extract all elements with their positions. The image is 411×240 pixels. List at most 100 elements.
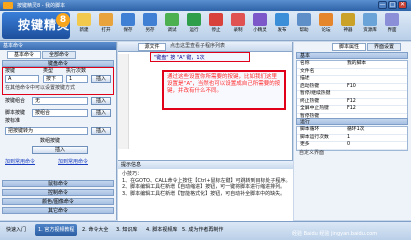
toolbar-button-label: 资源库 [363,28,377,33]
line-gutter [118,54,129,149]
property-row[interactable]: 脚本运行次数 1 [297,135,407,142]
property-row[interactable]: 文件名 [297,68,407,76]
toolbar-icon [231,13,245,26]
toolbar-icon [363,13,377,26]
custom-ui-label: 自定义界面 [299,150,325,156]
property-value[interactable]: F12 [347,99,356,106]
property-value[interactable]: 循环1次 [347,127,364,134]
array-key-label: 数组按键 [40,138,61,144]
mouse-command-group[interactable]: 鼠标命令 [2,180,114,187]
toolbar-icon [99,13,113,26]
keyboard-command-group[interactable]: 键盘命令 [2,60,114,67]
bottom-tab-1[interactable]: 1. 官方视频教程 [35,224,78,236]
property-grid: 名称 我的脚本文件名描述 启动热键 F10 暂停/继续热键 终止热键 F12 全屏中止热键 F1… [296,60,408,122]
toolbar-button-2[interactable]: 保存 [119,13,137,39]
toolbar-button-10[interactable]: 帮助 [295,13,313,39]
subroutine-list-hint[interactable]: 点击这里查看子程序列表 [170,43,225,50]
toolbar-icon [385,13,399,26]
combo-select[interactable]: 无 [32,97,88,105]
tips-header: 提示信息 [118,161,293,169]
toolbar-button-label: 新建 [79,28,89,33]
version-badge: 8 [56,13,70,27]
property-value[interactable]: F12 [347,106,356,113]
toolbar-button-7[interactable]: 录制 [229,13,247,39]
add-favorite-link[interactable]: 加到常用命令 [5,159,35,166]
property-row[interactable]: 全屏中止热键 F12 [297,106,407,114]
toolbar-button-label: 界面 [387,28,397,33]
property-row[interactable]: 描述 [297,76,407,84]
property-value[interactable]: F10 [347,84,356,91]
toolbar-button-8[interactable]: 小精灵 [251,13,269,39]
property-key: 脚本循环 [300,127,320,132]
toolbar-button-11[interactable]: 论坛 [317,13,335,39]
array-key-insert[interactable]: 插入 [32,146,88,154]
tab-basic-commands[interactable]: 基本命令 [7,51,41,59]
count-input[interactable]: 1 [66,75,88,83]
tab-all-commands[interactable]: 全部命令 [42,51,76,59]
toolbar-icon [187,13,201,26]
property-value[interactable]: 0 [347,142,350,149]
tab-script-properties[interactable]: 脚本属性 [332,43,366,51]
insert-convert-button[interactable]: 插入 [91,127,111,135]
insert-combo-button[interactable]: 插入 [91,97,111,105]
bottom-tab-3[interactable]: 3. 知识库 [113,224,140,236]
toolbar-button-1[interactable]: 打开 [97,13,115,39]
script-key-label: 脚本按键 [5,110,26,116]
property-value[interactable]: 1 [347,135,350,142]
bottom-tab-2[interactable]: 2. 命令大全 [79,224,111,236]
tab-ui-settings[interactable]: 界面设置 [367,43,401,51]
add-favorite-link-2[interactable]: 加到常用命令 [58,159,88,166]
count-label: 执行次数 [66,68,87,74]
other-command-group[interactable]: 其它命令 [2,207,114,214]
toolbar-button-0[interactable]: 新建 [75,13,93,39]
toolbar-icon [297,13,311,26]
toolbar-button-label: 录制 [233,28,243,33]
toolbar-button-13[interactable]: 资源库 [361,13,379,39]
property-row[interactable]: 更多 0 [297,142,407,150]
code-line-1[interactable]: "键盘" 按 "A" 键，1次 [154,54,205,61]
toolbar-button-label: 运行 [189,28,199,33]
bottom-tab-4[interactable]: 4. 脚本视频库 [143,224,180,236]
toolbar-button-3[interactable]: 另存 [141,13,159,39]
toolbar-icon [121,13,135,26]
key-select[interactable]: A [5,75,39,83]
toolbar-icon [209,13,223,26]
toolbar-button-14[interactable]: 界面 [383,13,401,39]
type-select[interactable]: 按下 [43,75,63,83]
toolbar-button-4[interactable]: 调试 [163,13,181,39]
property-key: 名称 [300,61,310,66]
property-row[interactable]: 终止热键 F12 [297,98,407,106]
toolbar-button-5[interactable]: 运行 [185,13,203,39]
bottom-tab-0[interactable]: 快速入门 [3,224,29,236]
property-row[interactable]: 名称 我的脚本 [297,61,407,69]
insert-script-key-button[interactable]: 插入 [91,109,111,117]
insert-key-button[interactable]: 插入 [91,75,111,83]
close-button[interactable]: ✕ [398,1,407,9]
tab-source[interactable]: 源文件 [138,43,166,51]
property-row[interactable]: 脚本循环 循环1次 [297,127,407,135]
key-mode-hint: 在其他命令中可以设置按键方式 [5,85,76,91]
toolbar-button-9[interactable]: 发布 [273,13,291,39]
tip-line: 2、脚本编辑工具栏新增【自动缩进】按钮，可一键将脚本进行缩进排列。 [122,184,286,190]
property-key: 启动热键 [300,83,320,89]
toolbar-button-6[interactable]: 停止 [207,13,225,39]
property-row[interactable]: 启动热键 F10 [297,83,407,91]
section-basic: 基本 [296,52,408,59]
property-row[interactable]: 暂停/继续热键 [297,91,407,99]
script-key-select[interactable]: 按组合 [32,109,88,117]
property-value[interactable]: 我的脚本 [347,61,366,68]
toolbar-button-12[interactable]: 神器 [339,13,357,39]
toolbar-button-label: 帮助 [299,28,309,33]
convert-key-field[interactable]: 把按键转为 [5,127,88,135]
color-image-command-group[interactable]: 颜色/图像命令 [2,198,114,205]
toolbar-icon [319,13,333,26]
bottom-tab-5[interactable]: 5. 成为作者再制作 [179,224,226,236]
control-command-group[interactable]: 控制命令 [2,189,114,196]
maximize-button[interactable]: □ [388,1,397,9]
property-key: 文件名 [300,68,315,74]
property-key: 全屏中止热键 [300,106,329,111]
tutorial-callout: 通过这些设置你所需要的按键，比如我们这里设置是“A”，当然也可以设置成自己所需要… [162,70,286,110]
toolbar-button-label: 调试 [167,28,177,33]
property-key: 终止热键 [300,98,320,104]
minimize-button[interactable]: — [378,1,387,9]
